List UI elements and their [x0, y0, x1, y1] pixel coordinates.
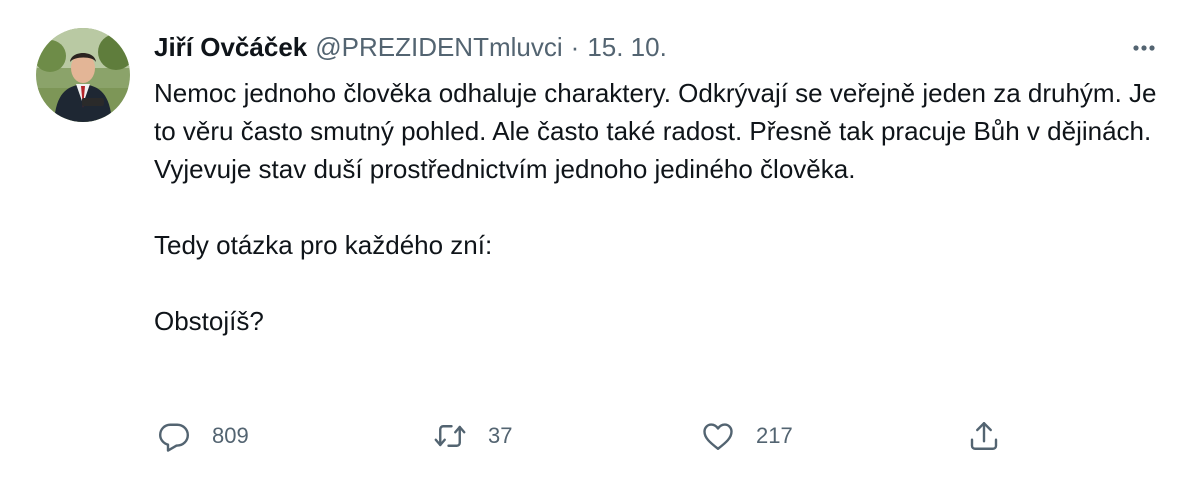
like-button[interactable]: 217: [698, 414, 793, 458]
author-handle[interactable]: @PREZIDENTmluvci: [315, 32, 562, 62]
share-button[interactable]: [964, 414, 1004, 458]
like-count: 217: [756, 423, 793, 448]
tweet-header: Jiří Ovčáček @PREZIDENTmluvci · 15. 10.: [154, 32, 667, 62]
heart-icon: [698, 416, 738, 456]
tweet[interactable]: Jiří Ovčáček @PREZIDENTmluvci · 15. 10. …: [0, 0, 1196, 480]
tweet-date[interactable]: 15. 10.: [587, 32, 667, 62]
tweet-text: Nemoc jednoho člověka odhaluje charakter…: [154, 74, 1164, 340]
reply-button[interactable]: 809: [154, 414, 249, 458]
retweet-button[interactable]: 37: [430, 414, 512, 458]
more-options-icon: [1133, 45, 1155, 51]
tweet-paragraph: Tedy otázka pro každého zní:: [154, 230, 493, 260]
author-display-name[interactable]: Jiří Ovčáček: [154, 32, 307, 62]
tweet-paragraph: Obstojíš?: [154, 306, 264, 336]
reply-count: 809: [212, 423, 249, 448]
header-separator: ·: [570, 32, 580, 62]
retweet-icon: [430, 416, 470, 456]
avatar[interactable]: [36, 28, 130, 122]
tweet-paragraph: Nemoc jednoho člověka odhaluje charakter…: [154, 78, 1164, 184]
tweet-actions: 809 37 217: [154, 414, 1014, 458]
more-options-button[interactable]: [1122, 30, 1166, 66]
share-icon: [964, 416, 1004, 456]
reply-icon: [154, 416, 194, 456]
retweet-count: 37: [488, 423, 513, 448]
